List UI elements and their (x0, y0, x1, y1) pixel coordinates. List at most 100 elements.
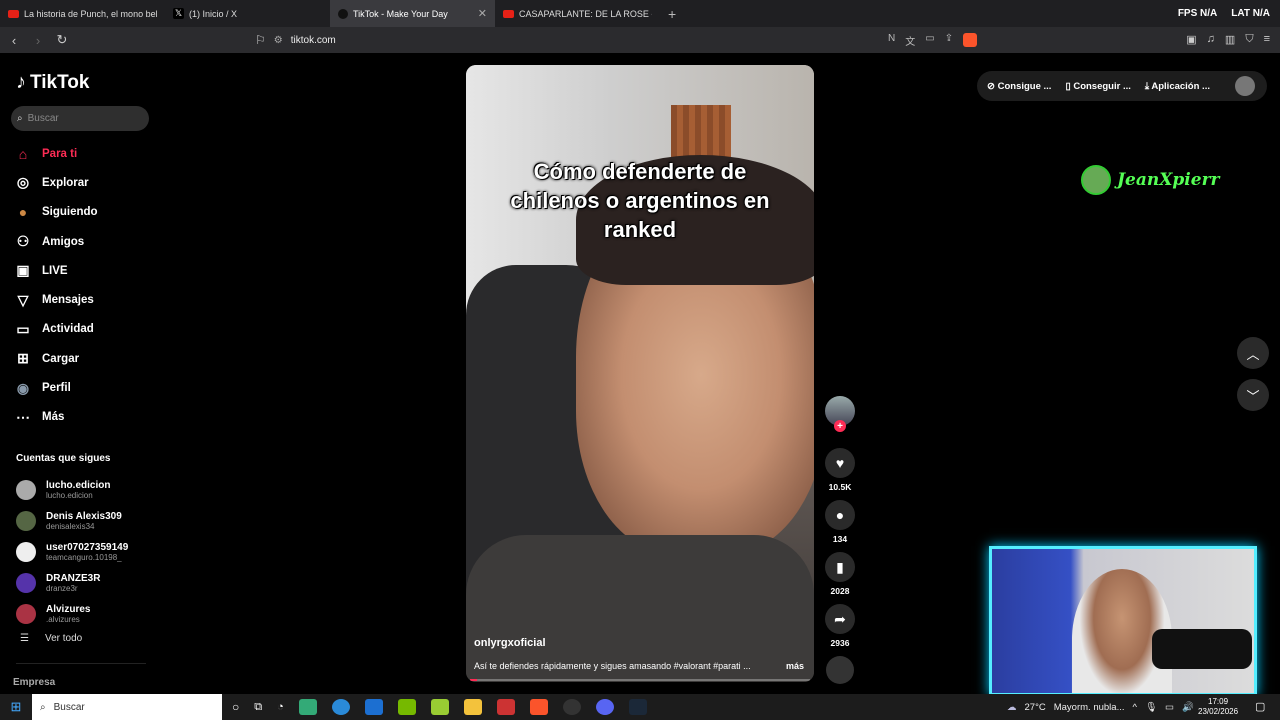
nav-live[interactable]: ▣ LIVE (14, 256, 98, 285)
logo-text: TikTok (30, 71, 90, 93)
comment-button[interactable]: ● 134 (822, 500, 858, 544)
reload-icon[interactable]: ↻ (52, 32, 72, 48)
follow-name: user07027359149 (46, 541, 129, 553)
video-author[interactable]: onlyrgxoficial (474, 637, 546, 649)
app-icon[interactable] (430, 699, 449, 715)
video-progress[interactable] (470, 679, 810, 681)
tab-casaparlante[interactable]: CASAPARLANTE: DE LA ROSE - YouTu (495, 0, 660, 27)
clock[interactable]: 17:09 23/02/2026 (1198, 697, 1238, 717)
get-coins-button[interactable]: ⊘ Consigue ... (987, 81, 1051, 92)
tab-title: CASAPARLANTE: DE LA ROSE - YouTu (519, 8, 652, 19)
brave-shield-icon[interactable] (963, 33, 978, 47)
volume-icon[interactable]: 🔊 (1182, 702, 1194, 713)
back-icon[interactable]: ‹ (4, 33, 24, 48)
creator-avatar[interactable]: + (825, 396, 855, 432)
following-item[interactable]: DRANZE3R dranze3r (16, 567, 128, 598)
menu-icon[interactable]: ≡ (1264, 33, 1270, 46)
nvidia-icon[interactable] (397, 699, 416, 715)
mail-icon[interactable] (364, 699, 383, 715)
cast-icon[interactable]: ▭ (925, 33, 934, 48)
network-icon[interactable]: ▭ (1165, 702, 1174, 713)
nav-para-ti[interactable]: ⌂ Para ti (14, 139, 98, 168)
vpn-icon[interactable]: ⛉ (1245, 33, 1253, 46)
files-icon[interactable] (463, 699, 482, 715)
company-link[interactable]: Empresa (13, 677, 55, 688)
taskbar-search[interactable]: ⌕ Buscar (32, 694, 222, 720)
music-icon[interactable]: ♫ (1207, 33, 1215, 46)
like-button[interactable]: ♥ 10.5K (822, 448, 858, 492)
next-video-button[interactable]: ﹀ (1237, 379, 1269, 411)
browser-tab-bar: La historia de Punch, el mono bebé, 𝕏 (1… (0, 0, 1280, 27)
follow-plus-icon[interactable]: + (834, 420, 846, 432)
video-caption: Cómo defenderte de chilenos o argentinos… (510, 159, 770, 242)
video-player[interactable]: Cómo defenderte de chilenos o argentinos… (466, 65, 814, 682)
nav-mensajes[interactable]: ▽ Mensajes (14, 285, 98, 314)
store-icon[interactable] (298, 699, 317, 715)
forward-icon[interactable]: › (28, 33, 48, 48)
download-app-button[interactable]: ⤓ Aplicación ... (1145, 81, 1210, 92)
discord-icon[interactable] (595, 699, 614, 715)
tab-x[interactable]: 𝕏 (1) Inicio / X (165, 0, 330, 27)
obs-icon[interactable] (562, 699, 581, 715)
more-button[interactable]: más (786, 661, 804, 671)
translate-icon[interactable]: 文 (905, 33, 915, 48)
time: 17:09 (1208, 697, 1229, 706)
notification-icon[interactable]: ▢ (1255, 700, 1265, 713)
bookmark-icon[interactable]: ⚐ (255, 33, 266, 47)
share-button[interactable]: ➦ 2936 (822, 604, 858, 648)
nav-amigos[interactable]: ⚇ Amigos (14, 227, 98, 256)
follow-handle: teamcanguro.10198_ (46, 552, 122, 562)
sidebar-toggle-icon[interactable]: ▥ (1225, 33, 1235, 46)
speed-icon[interactable]: ◔ (277, 701, 284, 713)
music-disc-icon[interactable] (826, 656, 854, 684)
lat-label: LAT (1231, 8, 1250, 19)
following-item[interactable]: lucho.edicion lucho.edicion (16, 474, 128, 505)
cortana-icon[interactable]: ○ (232, 700, 239, 714)
app-label: Conseguir ... (1073, 80, 1131, 92)
youtube-icon (503, 9, 514, 18)
see-all-button[interactable]: ☰ Ver todo (20, 633, 82, 644)
nav-label: Perfil (42, 382, 71, 395)
nav-explorar[interactable]: ◎ Explorar (14, 168, 98, 197)
tab-tiktok[interactable]: TikTok - Make Your Day ✕ (330, 0, 495, 27)
new-tab-button[interactable]: + (660, 6, 684, 22)
search-input[interactable]: ⌕ Buscar (11, 106, 149, 131)
nav-siguiendo[interactable]: ● Siguiendo (14, 198, 98, 227)
brave-icon[interactable] (529, 699, 548, 715)
close-icon[interactable]: ✕ (478, 7, 487, 20)
comment-icon: ● (825, 500, 855, 530)
following-icon: ● (18, 204, 28, 221)
steam-icon[interactable] (628, 699, 647, 715)
game-icon[interactable] (496, 699, 515, 715)
nav-actividad[interactable]: ▭ Actividad (14, 315, 98, 344)
date: 23/02/2026 (1198, 707, 1239, 716)
avatar (16, 541, 36, 562)
wallet-icon[interactable]: ▣ (1186, 33, 1196, 46)
following-item[interactable]: Denis Alexis309 denisalexis34 (16, 505, 128, 536)
nav-label: Más (42, 411, 65, 424)
save-button[interactable]: ▮ 2028 (822, 552, 858, 596)
previous-video-button[interactable]: ︿ (1237, 337, 1269, 369)
reader-icon[interactable]: N (888, 33, 895, 48)
weather-text: Mayorm. nubla... (1053, 701, 1125, 713)
task-view-icon[interactable]: ⧉ (254, 701, 262, 714)
nav-cargar[interactable]: ⊞ Cargar (14, 344, 98, 373)
tray-chevron-icon[interactable]: ^ (1132, 702, 1136, 713)
follow-name: Alvizures (46, 603, 91, 615)
nav-perfil[interactable]: ◉ Perfil (14, 373, 98, 402)
tiktok-logo[interactable]: ♪ TikTok (16, 71, 89, 94)
following-item[interactable]: user07027359149 teamcanguro.10198_ (16, 536, 128, 567)
site-info-icon[interactable]: ⚙ (274, 35, 283, 46)
mic-icon[interactable]: 🎙 (1145, 702, 1157, 713)
get-app-button[interactable]: ▯ Conseguir ... (1065, 81, 1130, 92)
browser-tools: ▣ ♫ ▥ ⛉ ≡ (1186, 33, 1270, 46)
tab-punch[interactable]: La historia de Punch, el mono bebé, (0, 0, 165, 27)
x-icon: 𝕏 (173, 8, 184, 19)
windows-start-icon[interactable]: ⊞ (0, 699, 32, 715)
edge-icon[interactable] (331, 699, 350, 715)
user-avatar[interactable] (1235, 76, 1255, 96)
following-item[interactable]: Alvizures .alvizures (16, 598, 128, 629)
share-icon[interactable]: ⇪ (945, 33, 953, 48)
see-all-label: Ver todo (44, 633, 83, 644)
nav-mas[interactable]: ⋯ Más (14, 403, 98, 432)
